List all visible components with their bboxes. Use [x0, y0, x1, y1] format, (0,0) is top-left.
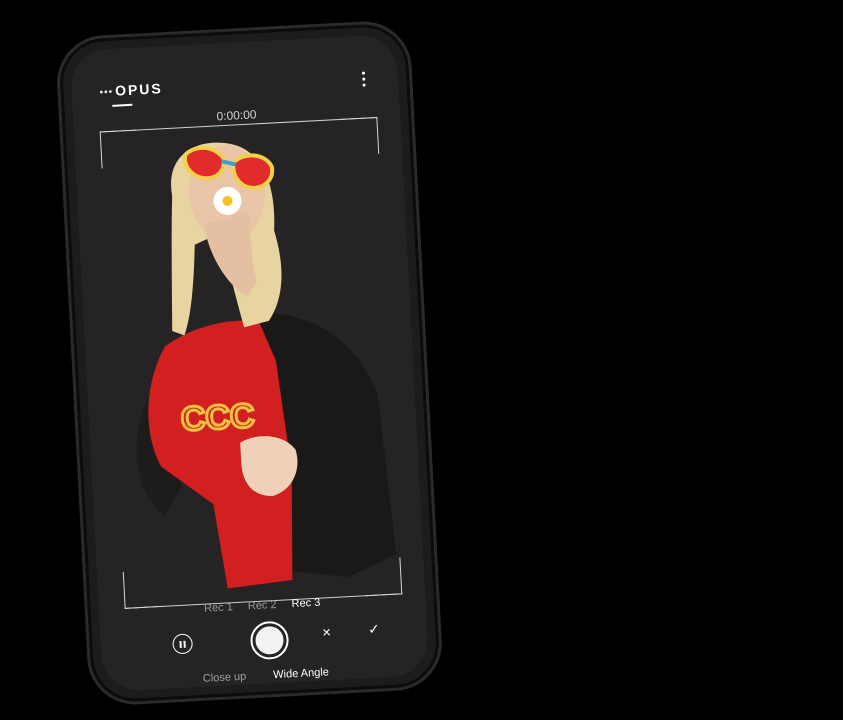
- app-logo: •••OPUS: [99, 80, 164, 99]
- confirm-icon[interactable]: ✓: [368, 621, 381, 639]
- viewfinder-corner: [99, 129, 139, 169]
- phone-frame: CCC •••OPUS 0:00:00 Rec 1 Rec 2 Rec 3 × …: [54, 19, 445, 707]
- logo-text: OPUS: [114, 80, 164, 99]
- record-shutter-icon[interactable]: [249, 620, 290, 661]
- viewfinder-corner: [363, 557, 403, 597]
- take-rec-1[interactable]: Rec 1: [204, 601, 233, 614]
- camera-screen: CCC •••OPUS 0:00:00 Rec 1 Rec 2 Rec 3 × …: [69, 33, 430, 693]
- lens-wide-angle[interactable]: Wide Angle: [272, 666, 330, 687]
- take-rec-2[interactable]: Rec 2: [248, 599, 277, 612]
- more-vertical-icon[interactable]: [356, 69, 371, 88]
- viewfinder-corner: [340, 116, 380, 156]
- pause-icon[interactable]: [172, 633, 194, 655]
- lens-close-up[interactable]: Close up: [202, 670, 247, 690]
- logo-underline: [112, 103, 133, 107]
- close-icon[interactable]: ×: [322, 624, 332, 641]
- viewfinder-frame: [99, 116, 403, 609]
- take-rec-3[interactable]: Rec 3: [291, 597, 320, 610]
- viewfinder-corner: [122, 569, 162, 609]
